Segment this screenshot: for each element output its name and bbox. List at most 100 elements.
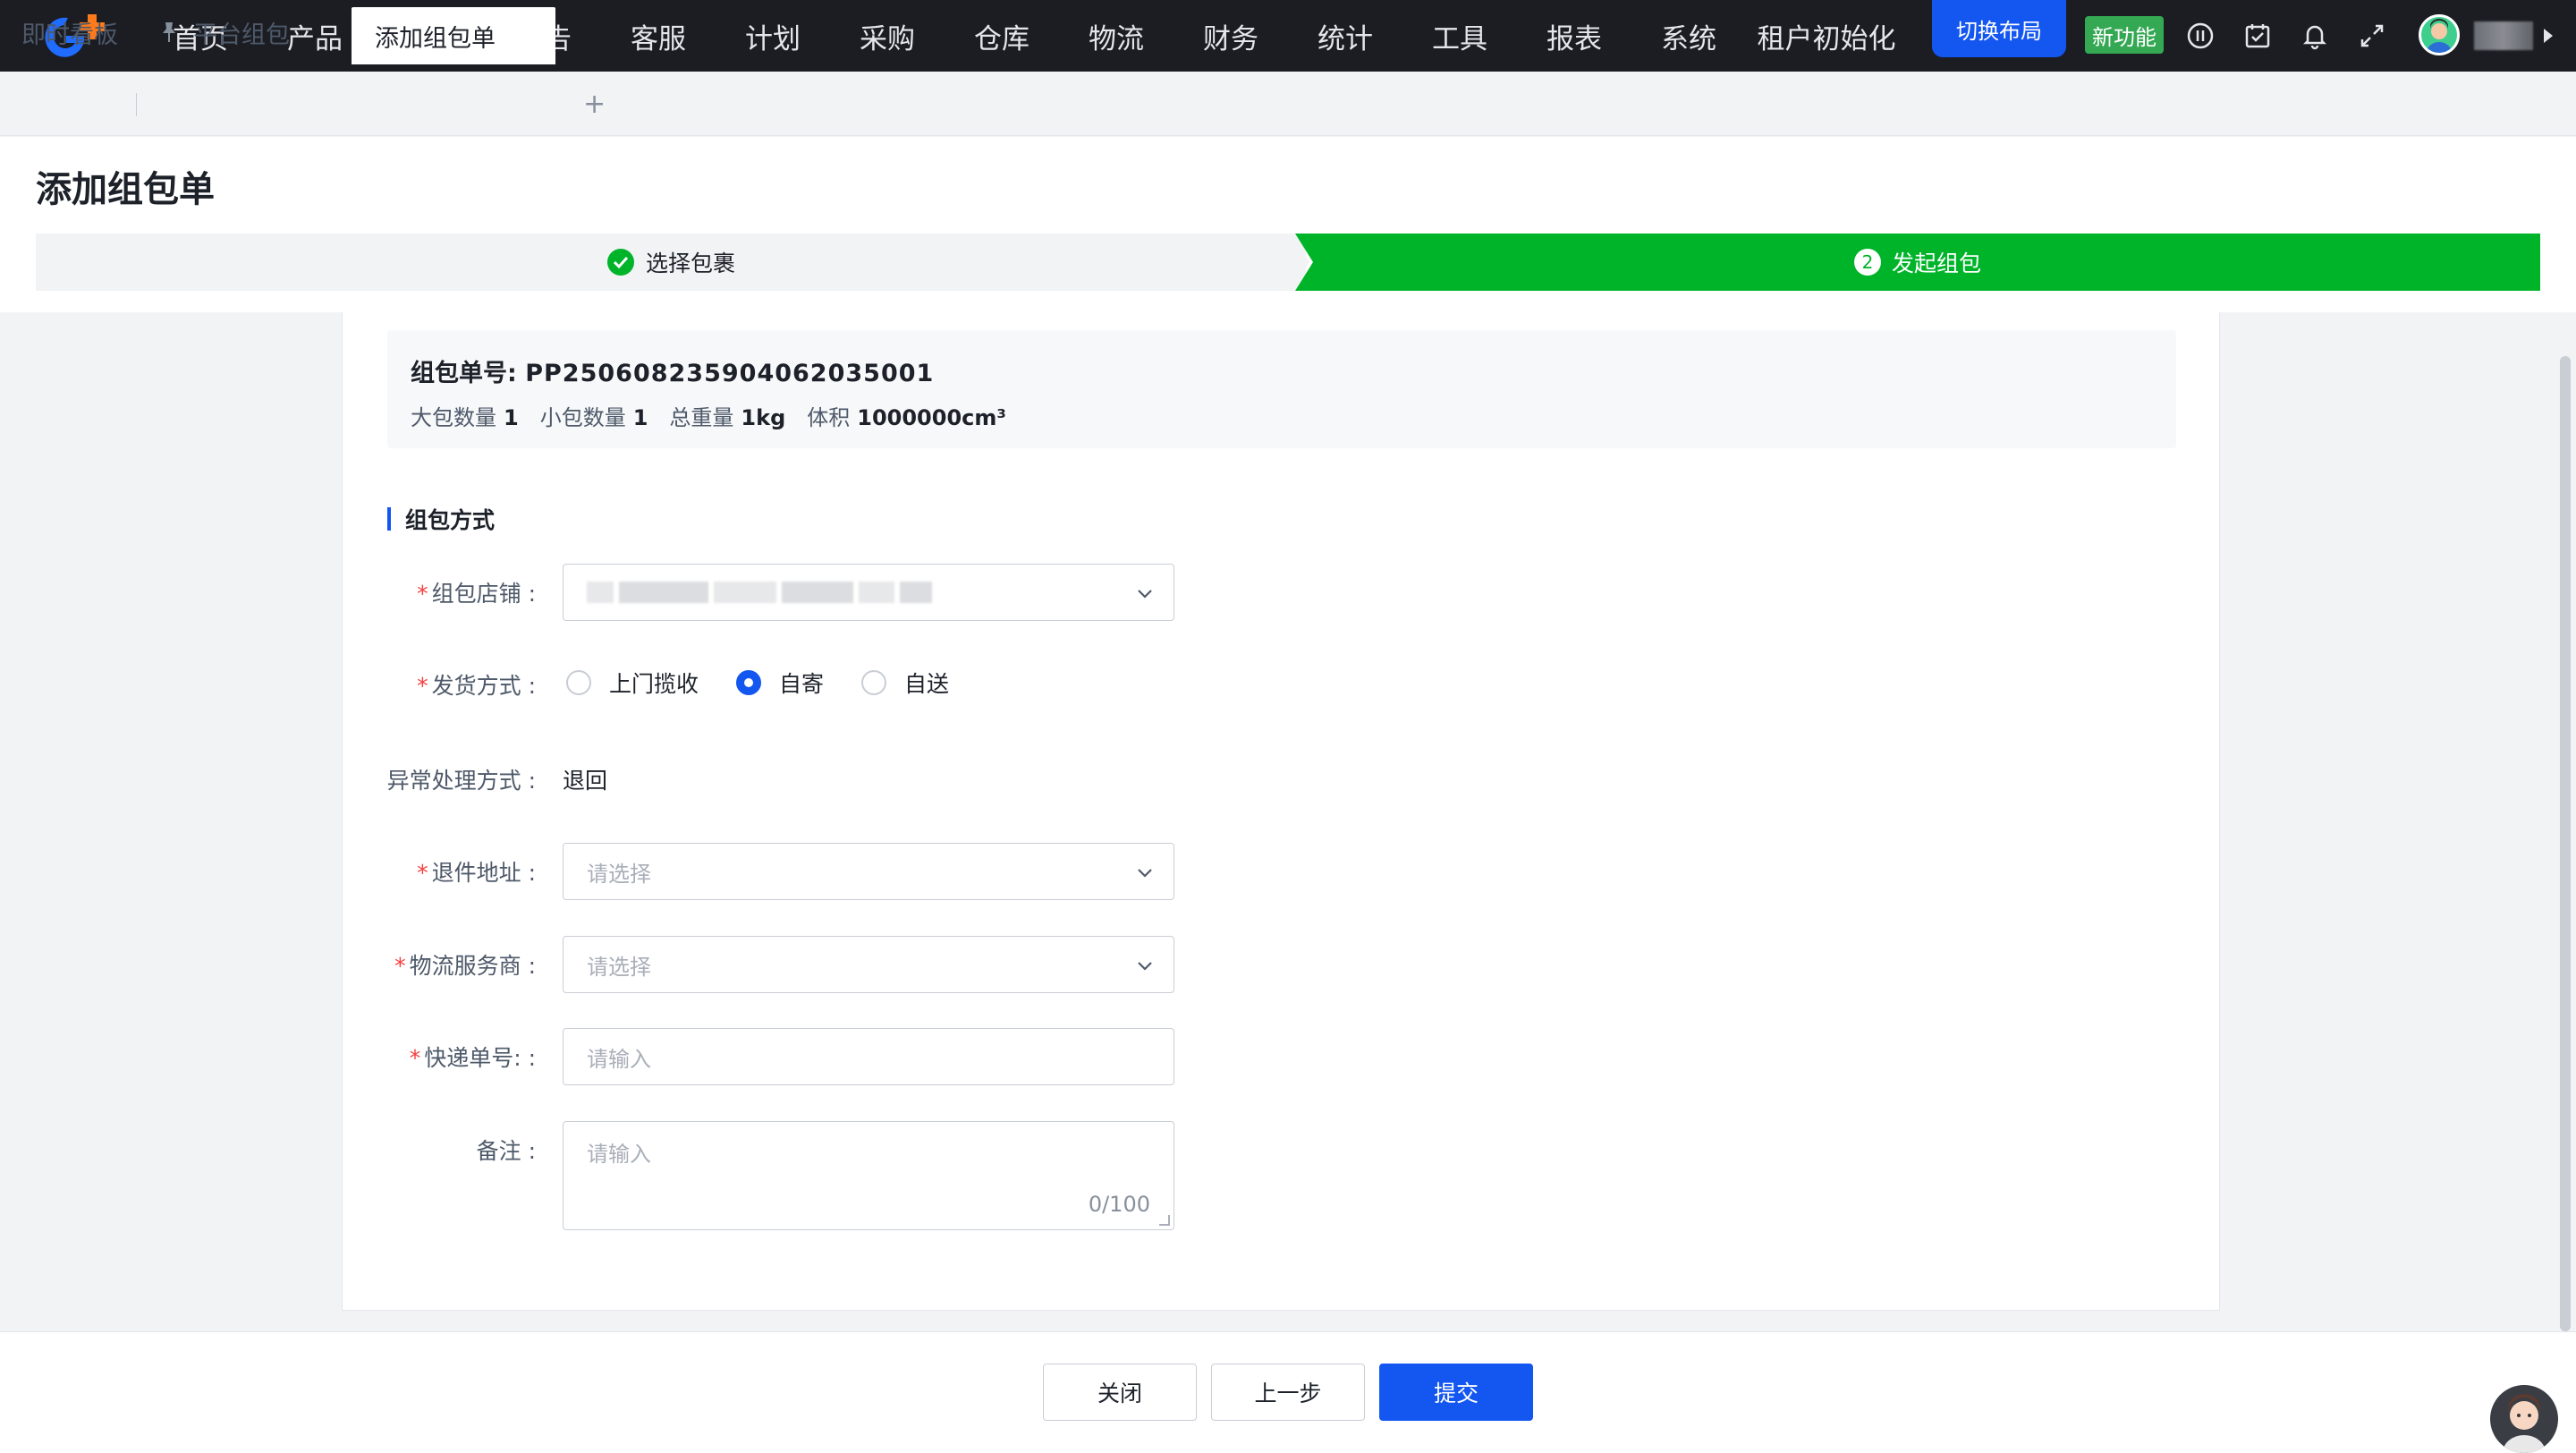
stat-value: 1000000cm³ [857, 405, 1006, 430]
carrier-select[interactable]: 请选择 [563, 936, 1174, 993]
nav-plan[interactable]: 计划 [716, 16, 830, 56]
input-placeholder: 请输入 [587, 1046, 651, 1072]
nav-statistics[interactable]: 统计 [1288, 16, 1402, 56]
required-mark: * [417, 673, 428, 699]
radio-self-mail[interactable]: 自寄 [736, 667, 824, 699]
stat-volume: 体积 1000000cm³ [807, 400, 1006, 431]
order-number: 组包单号: PP250608235904062035001 [411, 353, 934, 388]
exception-handling-label: 异常处理方式 : [386, 768, 536, 794]
required-mark: * [409, 1045, 421, 1071]
label-text: 退件地址 : [431, 860, 536, 886]
nav-logistics[interactable]: 物流 [1059, 16, 1174, 56]
stat-total-weight: 总重量 1kg [669, 400, 785, 431]
order-number-label: 组包单号: [411, 360, 517, 387]
carrier-label: * 物流服务商 : [343, 948, 536, 981]
tab-dashboard[interactable]: 即时看板 [21, 0, 118, 64]
radio-circle [736, 670, 762, 695]
nav-finance[interactable]: 财务 [1174, 16, 1288, 56]
stat-big-package: 大包数量 1 [411, 400, 519, 431]
radio-pickup[interactable]: 上门揽收 [566, 667, 699, 699]
stat-label: 总重量 [669, 405, 734, 430]
tracking-number-input[interactable]: 请输入 [563, 1028, 1174, 1085]
nav-warehouse[interactable]: 仓库 [945, 16, 1059, 56]
stat-value: 1 [632, 405, 648, 430]
step-label: 发起组包 [1891, 251, 1981, 276]
fullscreen-icon[interactable] [2354, 18, 2390, 54]
tab-bar [0, 72, 2576, 136]
return-address-select[interactable]: 请选择 [563, 843, 1174, 900]
prev-step-button[interactable]: 上一步 [1211, 1364, 1365, 1421]
radio-label: 上门揽收 [609, 671, 699, 697]
section-title-text: 组包方式 [405, 507, 496, 533]
page-scrollbar[interactable] [2560, 356, 2571, 1331]
stat-label: 大包数量 [411, 405, 496, 430]
section-accent-bar [387, 507, 391, 531]
textarea-placeholder: 请输入 [587, 1142, 651, 1167]
stat-label: 体积 [807, 405, 851, 430]
chevron-down-icon [1138, 962, 1152, 971]
close-button[interactable]: 关闭 [1043, 1364, 1197, 1421]
steps-bar: 选择包裹 2 发起组包 [36, 234, 2540, 291]
step-start-package[interactable]: 2 发起组包 [1295, 234, 2540, 291]
page-title: 添加组包单 [36, 169, 215, 210]
remark-textarea[interactable]: 请输入 0/100 [563, 1121, 1174, 1230]
delivery-method-label: * 发货方式 : [343, 668, 536, 701]
tab-platform-package[interactable]: 平台组包 [159, 0, 290, 64]
radio-label: 自寄 [779, 671, 825, 697]
radio-circle [861, 670, 887, 695]
tab-label: 平台组包 [193, 21, 290, 49]
shop-value-redacted [587, 582, 937, 603]
user-avatar[interactable] [2419, 14, 2460, 55]
stat-small-package: 小包数量 1 [540, 400, 648, 431]
label-text: 发货方式 : [431, 673, 536, 699]
pause-circle-icon[interactable] [2182, 18, 2218, 54]
select-placeholder: 请选择 [587, 861, 651, 887]
step-label: 选择包裹 [645, 251, 735, 276]
exception-handling-value: 退回 [563, 768, 608, 794]
nav-reports[interactable]: 报表 [1517, 16, 1631, 56]
new-feature-button[interactable]: 新功能 [2085, 16, 2164, 54]
submit-button[interactable]: 提交 [1379, 1364, 1533, 1421]
remark-label: 备注 : [476, 1138, 536, 1164]
stat-value: 1kg [741, 405, 786, 430]
add-tab-button[interactable]: + [583, 72, 606, 136]
tracking-number-label: * 快递单号: : [343, 1041, 536, 1073]
required-mark: * [417, 581, 428, 607]
footer-actions: 关闭 上一步 提交 [0, 1331, 2576, 1453]
tab-add-package-order[interactable]: 添加组包单 [352, 7, 555, 64]
chevron-down-icon [1138, 590, 1152, 599]
step-select-package[interactable]: 选择包裹 [36, 234, 1306, 291]
nav-service[interactable]: 客服 [601, 16, 716, 56]
section-title: 组包方式 [387, 506, 496, 533]
char-count: 0/100 [1088, 1192, 1150, 1217]
nav-purchase[interactable]: 采购 [830, 16, 945, 56]
assistant-avatar[interactable] [2490, 1385, 2558, 1453]
stat-value: 1 [504, 405, 519, 430]
order-number-value: PP250608235904062035001 [525, 360, 935, 387]
calendar-check-icon[interactable] [2240, 18, 2275, 54]
nav-tenant-init[interactable]: 租户初始化 [1746, 16, 1907, 56]
radio-self-deliver[interactable]: 自送 [861, 667, 949, 699]
required-mark: * [417, 860, 428, 886]
pin-icon[interactable] [159, 21, 179, 44]
chevron-down-icon [1138, 869, 1152, 878]
check-circle-icon [606, 249, 634, 276]
shop-select[interactable] [563, 564, 1174, 621]
bell-icon[interactable] [2297, 18, 2333, 54]
radio-label: 自送 [904, 671, 950, 697]
step-number: 2 [1853, 249, 1881, 276]
required-mark: * [394, 953, 406, 979]
package-summary: 组包单号: PP250608235904062035001 大包数量 1 小包数量… [387, 330, 2176, 448]
page-header: 添加组包单 选择包裹 2 发起组包 [0, 137, 2576, 312]
radio-circle [566, 670, 591, 695]
user-name-redacted[interactable] [2474, 21, 2533, 50]
switch-layout-button[interactable]: 切换布局 [1932, 0, 2066, 57]
resize-handle[interactable] [1159, 1215, 1170, 1226]
caret-right-icon[interactable] [2544, 29, 2553, 43]
package-stats: 大包数量 1 小包数量 1 总重量 1kg 体积 1000000cm³ [411, 400, 1028, 431]
nav-tools[interactable]: 工具 [1402, 16, 1517, 56]
delivery-method-radio-group: 上门揽收 自寄 自送 [566, 667, 987, 699]
form-card: 组包单号: PP250608235904062035001 大包数量 1 小包数量… [342, 312, 2220, 1311]
label-text: 物流服务商 : [409, 953, 536, 979]
nav-system[interactable]: 系统 [1631, 16, 1746, 56]
